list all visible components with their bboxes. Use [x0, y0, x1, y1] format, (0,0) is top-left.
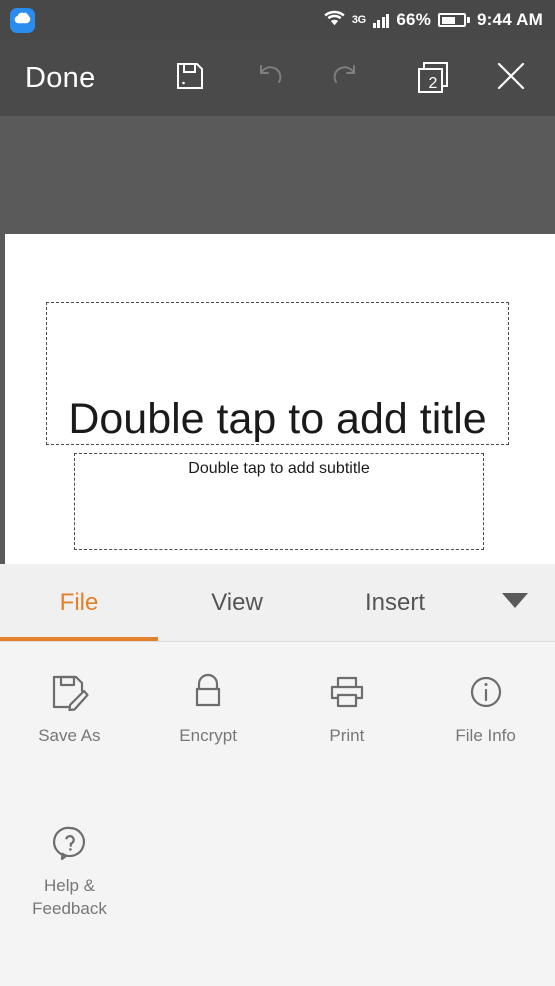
undo-arrow-icon [252, 61, 286, 96]
tab-overflow-button[interactable] [474, 564, 555, 641]
editor-toolbar: Done 2 [0, 40, 555, 116]
ribbon-tab-bar: File View Insert [0, 564, 555, 642]
signal-bars-icon [372, 13, 390, 28]
subtitle-placeholder-box[interactable]: Double tap to add subtitle [74, 453, 484, 550]
close-x-icon [494, 59, 528, 98]
file-menu-row-1: Save As Encrypt Print File Info [0, 643, 555, 748]
tab-file-label: File [59, 588, 99, 616]
menu-item-file-info-label: File Info [455, 726, 516, 745]
save-floppy-icon [174, 60, 206, 97]
save-button[interactable] [164, 52, 216, 104]
menu-item-save-as-label: Save As [38, 726, 101, 745]
help-feedback-line2: Feedback [32, 898, 107, 918]
slide-canvas-area[interactable]: Double tap to add title Double tap to ad… [0, 116, 555, 564]
subtitle-placeholder-text: Double tap to add subtitle [188, 460, 370, 477]
save-as-icon [46, 669, 92, 715]
title-placeholder-box[interactable]: Double tap to add title [46, 302, 509, 445]
menu-item-encrypt[interactable]: Encrypt [139, 643, 278, 748]
menu-item-encrypt-label: Encrypt [179, 726, 237, 745]
menu-item-print-label: Print [329, 726, 365, 745]
tab-file[interactable]: File [0, 564, 158, 641]
undo-button[interactable] [243, 52, 295, 104]
tab-view-label: View [211, 588, 263, 616]
menu-item-file-info[interactable]: File Info [416, 643, 555, 748]
status-bar: 3G 66% 9:44 AM [0, 0, 555, 40]
info-circle-icon [463, 669, 509, 715]
tab-insert[interactable]: Insert [316, 564, 474, 641]
close-button[interactable] [485, 52, 537, 104]
menu-item-help-feedback[interactable]: Help & Feedback [0, 793, 139, 921]
cloud-app-badge [10, 7, 35, 33]
menu-item-help-feedback-label: Help & Feedback [32, 875, 107, 921]
menu-item-save-as[interactable]: Save As [0, 643, 139, 748]
redo-button[interactable] [320, 52, 372, 104]
file-menu-row-2: Help & Feedback [0, 793, 555, 921]
clock-label: 9:44 AM [477, 10, 543, 29]
help-bubble-icon [47, 819, 93, 865]
slide-manager-button[interactable]: 2 [407, 52, 459, 104]
printer-icon [324, 669, 370, 715]
network-type-label: 3G [351, 14, 366, 26]
file-menu-panel: Save As Encrypt Print File Info Help & F… [0, 643, 555, 986]
done-button[interactable]: Done [25, 62, 96, 95]
wifi-icon [324, 10, 345, 31]
lock-icon [185, 669, 231, 715]
tab-insert-label: Insert [364, 588, 426, 616]
chevron-down-icon [499, 590, 531, 615]
status-indicators: 3G 66% 9:44 AM [324, 10, 543, 31]
title-placeholder-text: Double tap to add title [68, 394, 487, 443]
redo-arrow-icon [329, 61, 363, 96]
battery-percent-label: 66% [396, 10, 432, 29]
slide-page[interactable]: Double tap to add title Double tap to ad… [5, 234, 555, 564]
tab-view[interactable]: View [158, 564, 316, 641]
battery-icon [438, 13, 471, 27]
cloud-icon [14, 11, 31, 29]
slide-stack-icon: 2 [413, 58, 453, 98]
help-feedback-line1: Help & [43, 875, 95, 895]
menu-item-print[interactable]: Print [278, 643, 417, 748]
